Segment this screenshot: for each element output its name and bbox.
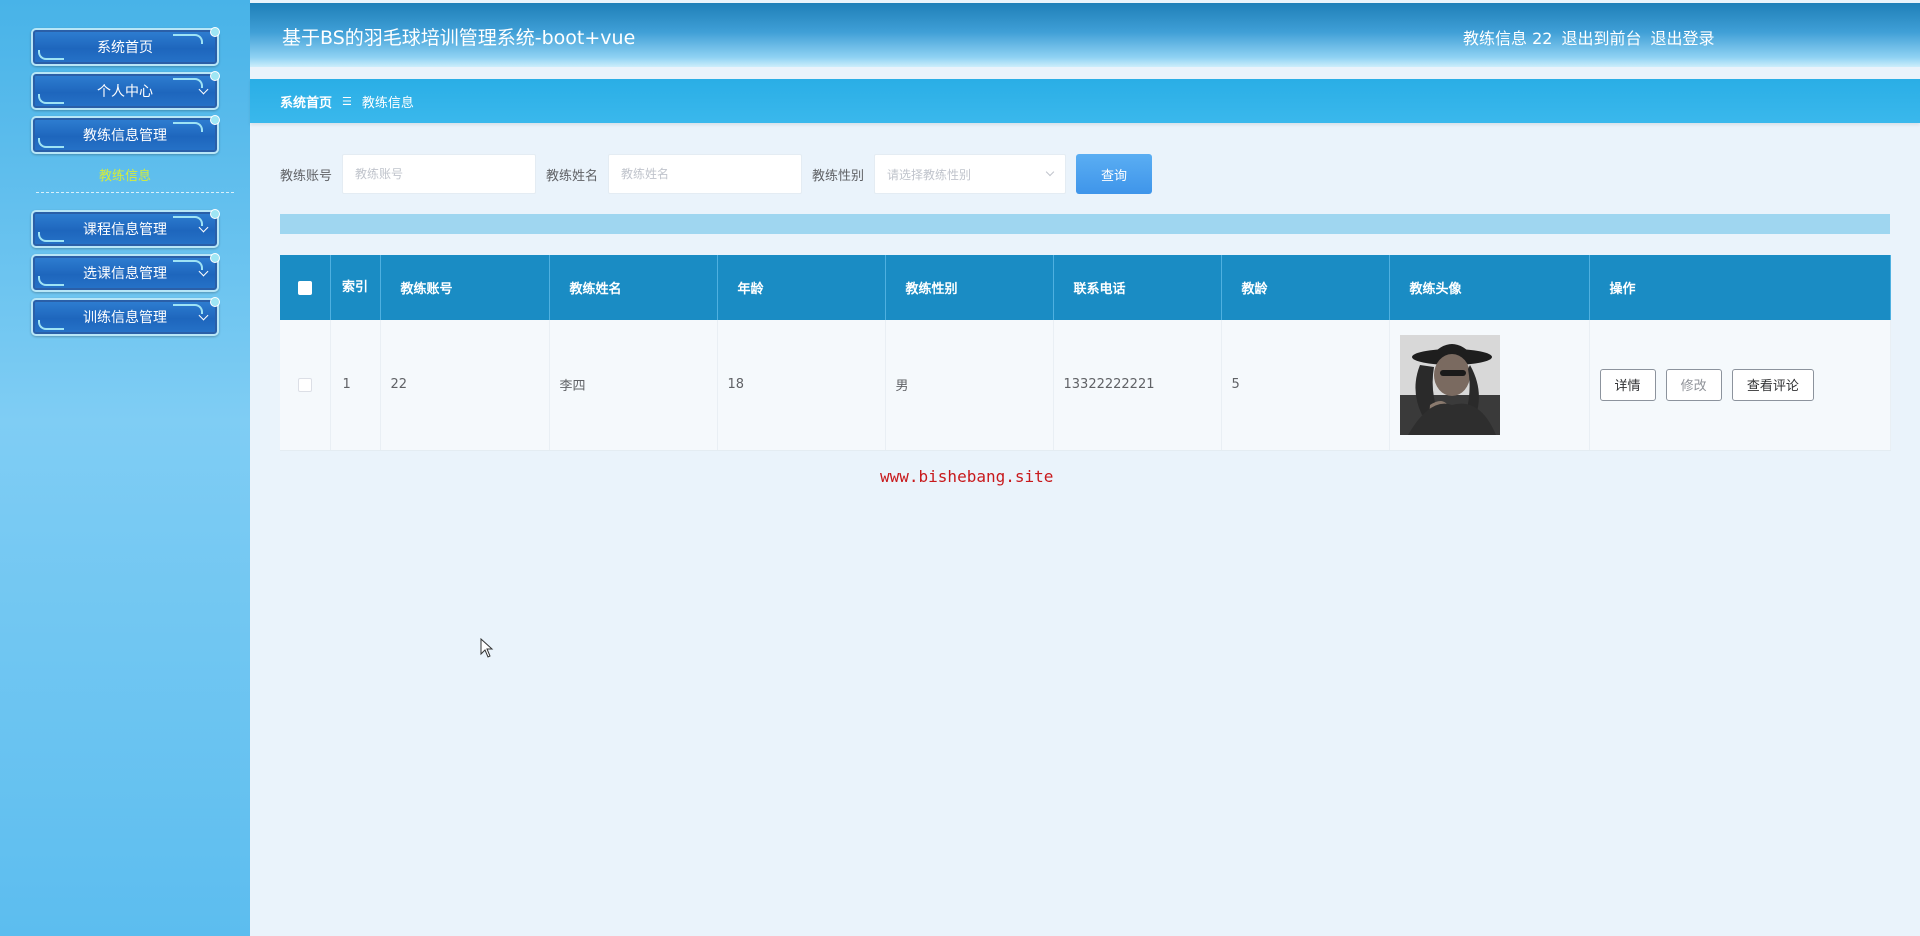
dot-icon: [210, 71, 220, 81]
avatar-photo[interactable]: [1399, 334, 1500, 435]
sidebar-item-training-management[interactable]: 训练信息管理: [31, 297, 220, 336]
chevron-down-icon: [1045, 167, 1055, 177]
ornament-icon: [38, 94, 64, 104]
cell-index: 1: [330, 320, 381, 451]
user-info: 教练信息 22: [1463, 29, 1553, 48]
ornament-icon: [173, 34, 203, 44]
table-header-row: 索引 教练账号 教练姓名 年龄 教练性别 联系电话 教龄 教练头像 操作: [280, 255, 1891, 320]
dot-icon: [210, 253, 220, 263]
ornament-icon: [38, 138, 64, 148]
watermark: www.bishebang.site: [880, 467, 1054, 486]
logout-link[interactable]: 退出登录: [1650, 25, 1714, 49]
ornament-icon: [38, 50, 64, 60]
cell-account: 22: [380, 320, 550, 451]
header-phone: 联系电话: [1053, 255, 1222, 320]
sidebar-item-enrollment-management[interactable]: 选课信息管理: [31, 253, 220, 292]
front-link[interactable]: 退出到前台: [1561, 25, 1641, 49]
account-label: 教练账号: [280, 168, 333, 184]
row-select[interactable]: [280, 320, 331, 451]
sidebar-item-label: 教练信息管理: [83, 128, 167, 144]
breadcrumb: 系统首页 ☰ 教练信息: [250, 79, 1920, 123]
cell-teaching-years: 5: [1221, 320, 1390, 451]
detail-button[interactable]: 详情: [1599, 368, 1656, 401]
cell-actions: 详情 修改 查看评论: [1589, 320, 1891, 451]
ornament-icon: [173, 260, 203, 270]
view-reviews-button[interactable]: 查看评论: [1731, 368, 1814, 401]
header-actions: 教练信息 22 退出到前台 退出登录: [1463, 25, 1714, 49]
header-actions: 操作: [1589, 255, 1891, 320]
query-button[interactable]: 查询: [1076, 154, 1153, 194]
table-row: 1 22 李四 18 男 13322222221 5 详情 修改 查看评论: [280, 320, 1891, 451]
account-input[interactable]: [342, 154, 537, 194]
action-bar: [280, 214, 1890, 234]
gender-select-placeholder: 请选择教练性别: [887, 167, 972, 182]
header-age: 年龄: [717, 255, 886, 320]
submenu-item-coach-info[interactable]: 教练信息: [31, 165, 219, 185]
ornament-icon: [38, 320, 64, 330]
coach-table: 索引 教练账号 教练姓名 年龄 教练性别 联系电话 教龄 教练头像 操作 1 2…: [280, 255, 1891, 451]
ornament-icon: [173, 216, 203, 226]
cell-name: 李四: [549, 320, 718, 451]
name-input[interactable]: [608, 154, 803, 194]
sidebar-item-label: 课程信息管理: [83, 222, 167, 238]
dot-icon: [210, 209, 220, 219]
ornament-icon: [173, 78, 203, 88]
dot-icon: [210, 27, 220, 37]
ornament-icon: [173, 122, 203, 132]
ornament-icon: [38, 276, 64, 286]
top-header: 基于BS的羽毛球培训管理系统-boot+vue 教练信息 22 退出到前台 退出…: [250, 3, 1920, 67]
sidebar-item-label: 系统首页: [97, 40, 153, 56]
search-form: 教练账号 教练姓名 教练性别 请选择教练性别 查询: [280, 154, 1153, 194]
select-all-checkbox[interactable]: [297, 280, 312, 295]
breadcrumb-current: 教练信息: [361, 95, 414, 111]
sidebar: 系统首页 个人中心 教练信息管理 教练信息 课程信息管理 选课信息管理 训练信息…: [0, 0, 250, 936]
chevron-down-icon: [198, 266, 209, 277]
sidebar-item-label: 个人中心: [97, 84, 153, 100]
cell-phone: 13322222221: [1053, 320, 1222, 451]
sidebar-item-home[interactable]: 系统首页: [31, 27, 220, 66]
chevron-down-icon: [198, 84, 209, 95]
edit-button[interactable]: 修改: [1665, 368, 1722, 401]
mouse-cursor-icon: [480, 638, 494, 658]
header-account: 教练账号: [380, 255, 550, 320]
sidebar-item-course-management[interactable]: 课程信息管理: [31, 209, 220, 248]
sidebar-item-label: 训练信息管理: [83, 310, 167, 326]
dot-icon: [210, 115, 220, 125]
divider: [36, 192, 234, 193]
cell-gender: 男: [885, 320, 1054, 451]
header-teaching-years: 教龄: [1221, 255, 1390, 320]
header-gender: 教练性别: [885, 255, 1054, 320]
sidebar-item-coach-management[interactable]: 教练信息管理: [31, 115, 220, 154]
row-checkbox[interactable]: [297, 377, 312, 392]
cell-age: 18: [717, 320, 886, 451]
breadcrumb-separator-icon: ☰: [342, 94, 352, 108]
header-avatar: 教练头像: [1389, 255, 1590, 320]
gender-select[interactable]: 请选择教练性别: [874, 154, 1067, 194]
ornament-icon: [173, 304, 203, 314]
gender-label: 教练性别: [812, 168, 865, 184]
name-label: 教练姓名: [546, 168, 599, 184]
breadcrumb-home[interactable]: 系统首页: [280, 92, 332, 111]
dot-icon: [210, 297, 220, 307]
cell-avatar: [1389, 320, 1590, 451]
header-select-all[interactable]: [280, 255, 331, 320]
app-title: 基于BS的羽毛球培训管理系统-boot+vue: [282, 27, 636, 49]
chevron-down-icon: [198, 222, 209, 233]
ornament-icon: [38, 232, 64, 242]
header-name: 教练姓名: [549, 255, 718, 320]
header-index: 索引: [330, 255, 381, 320]
sidebar-item-profile[interactable]: 个人中心: [31, 71, 220, 110]
sidebar-item-label: 选课信息管理: [83, 266, 167, 282]
chevron-down-icon: [198, 310, 209, 321]
